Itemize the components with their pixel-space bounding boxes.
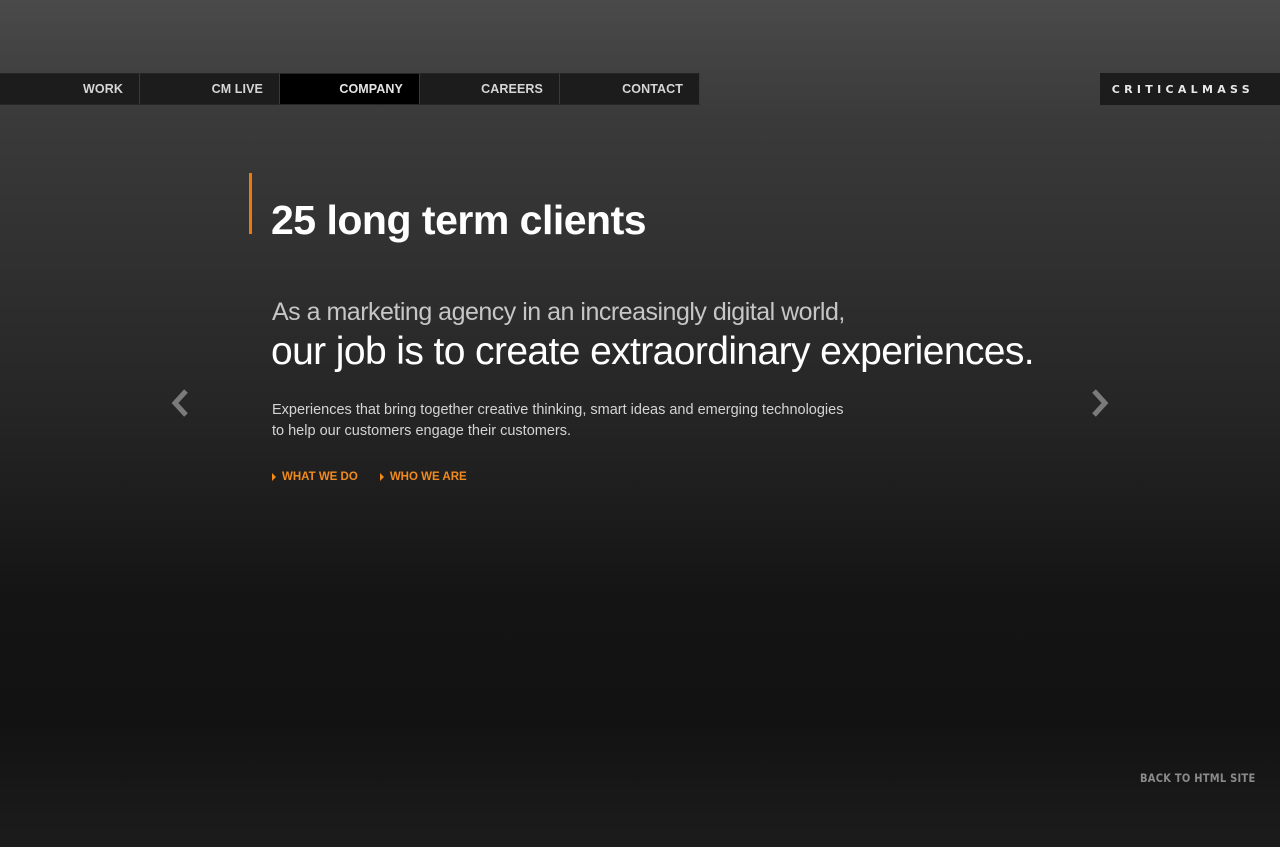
nav-item-work[interactable]: WORK — [0, 73, 140, 105]
what-we-do-link[interactable]: WHAT WE DO — [272, 471, 358, 483]
nav-item-label: WORK — [83, 82, 123, 96]
nav-item-label: CAREERS — [481, 82, 543, 96]
brand-logo[interactable]: CRITICALMASS — [1100, 73, 1280, 105]
triangle-right-icon — [379, 473, 384, 481]
brand-logo-text: CRITICALMASS — [1111, 82, 1254, 96]
next-slide-button[interactable] — [1088, 386, 1112, 420]
link-label: WHAT WE DO — [282, 471, 358, 483]
nav-item-label: CM LIVE — [211, 82, 263, 96]
body-line-2: to help our customers engage their custo… — [272, 423, 572, 439]
chevron-right-icon — [1092, 389, 1109, 417]
triangle-right-icon — [272, 473, 276, 481]
who-we-are-link[interactable]: WHO WE ARE — [379, 471, 467, 483]
nav-item-contact[interactable]: CONTACT — [560, 73, 700, 105]
intro-statement: our job is to create extraordinary exper… — [271, 330, 1035, 373]
page-headline: 25 long term clients — [271, 197, 647, 243]
nav-item-label: COMPANY — [339, 82, 403, 96]
nav-item-company[interactable]: COMPANY — [280, 73, 420, 105]
nav-item-cm-live[interactable]: CM LIVE — [140, 73, 280, 105]
body-paragraph: Experiences that bring together creative… — [272, 400, 912, 442]
chevron-left-icon — [171, 389, 188, 417]
body-line-1: Experiences that bring together creative… — [272, 402, 844, 418]
prev-slide-button[interactable] — [168, 386, 192, 420]
headline-accent-bar — [249, 173, 252, 234]
link-label: WHO WE ARE — [389, 471, 467, 483]
main-nav: WORK CM LIVE COMPANY CAREERS CONTACT — [0, 73, 700, 105]
section-links: WHAT WE DO WHO WE ARE — [272, 471, 467, 483]
nav-item-careers[interactable]: CAREERS — [420, 73, 560, 105]
back-to-html-site-link[interactable]: BACK TO HTML SITE — [1140, 771, 1255, 785]
intro-lead-text: As a marketing agency in an increasingly… — [272, 298, 845, 326]
nav-item-label: CONTACT — [622, 82, 683, 96]
